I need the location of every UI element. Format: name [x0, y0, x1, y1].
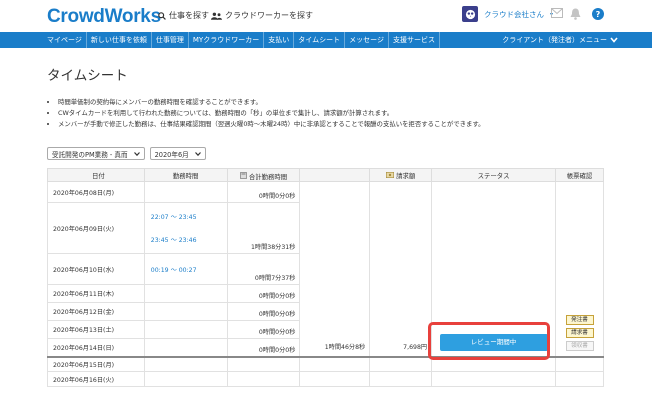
row-date: 2020年06月12日(金) — [47, 302, 145, 321]
header-date: 日付 — [47, 168, 145, 182]
nav-new-job[interactable]: 新しい仕事を依頼 — [87, 32, 152, 48]
owl-icon — [465, 9, 475, 19]
row-amount — [369, 355, 433, 372]
find-worker-label: クラウドワーカーを探す — [225, 11, 313, 20]
chevron-down-icon — [194, 151, 201, 156]
time-range-link[interactable]: 00:19 〜 00:27 — [145, 265, 227, 274]
time-range-link[interactable]: 22:07 〜 23:45 — [145, 212, 227, 221]
row-total — [299, 371, 371, 387]
search-icon — [158, 11, 166, 20]
row-date: 2020年06月09日(火) — [47, 202, 145, 254]
time-range-link[interactable]: 23:45 〜 23:46 — [145, 235, 227, 244]
nav-support[interactable]: 支援サービス — [389, 32, 440, 48]
row-ledger — [555, 355, 604, 372]
calculator-icon — [239, 172, 247, 179]
row-duration: 0時間7分37秒 — [226, 253, 301, 285]
company-menu[interactable]: クラウド会社さん ▾ — [462, 6, 553, 22]
nav-mypage[interactable]: マイページ — [0, 32, 87, 48]
header-amount-label: 請求額 — [396, 171, 416, 180]
row-times — [143, 284, 228, 303]
main-nav: マイページ 新しい仕事を依頼 仕事管理 MYクラウドワーカー 支払い タイムシー… — [0, 32, 652, 48]
mail-icon[interactable] — [551, 8, 563, 18]
row-date: 2020年06月13日(土) — [47, 320, 145, 339]
row-date: 2020年06月11日(木) — [47, 284, 145, 303]
row-times: 22:07 〜 23:45 23:45 〜 23:46 — [143, 202, 228, 254]
page-title: タイムシート — [47, 68, 128, 84]
row-duration: 0時間0分0秒 — [226, 320, 301, 339]
filter-selects: 受託開発のPM業務 - 真而 2020年6月 — [47, 147, 206, 160]
row-amount — [369, 371, 433, 387]
row-times — [143, 181, 228, 203]
nav-job-management[interactable]: 仕事管理 — [152, 32, 189, 48]
crowdworks-logo[interactable]: CrowdWorks — [47, 6, 161, 28]
header-amount: 請求額 — [369, 168, 433, 182]
note-item: 時間単価制の契約毎にメンバーの勤務時間を確認することができます。 — [58, 97, 618, 108]
row-duration: 1時間38分31秒 — [226, 202, 301, 254]
avatar — [462, 6, 478, 22]
month-select-value: 2020年6月 — [154, 150, 189, 159]
invoice-button[interactable]: 請求書 — [565, 327, 594, 338]
table-row-next-week: 2020年06月16日(火) — [47, 371, 604, 387]
table-row: 2020年06月08日(月) 0時間0分0秒 1時間46分8秒 7,698円 レ… — [47, 181, 604, 357]
row-times — [143, 302, 228, 321]
nav-timesheet[interactable]: タイムシート — [294, 32, 346, 48]
total-duration: 1時間46分8秒 — [299, 181, 371, 357]
row-date: 2020年06月15日(月) — [47, 355, 145, 372]
row-status — [431, 371, 557, 387]
top-header: CrowdWorks 仕事を探す クラウドワーカーを探す クラウド会社さん ▾ … — [0, 0, 652, 32]
find-job-label: 仕事を探す — [169, 11, 209, 20]
nav-payments[interactable]: 支払い — [264, 32, 295, 48]
row-date: 2020年06月08日(月) — [47, 181, 145, 203]
header-ledger: 帳票確認 — [555, 168, 604, 182]
purchase-order-button[interactable]: 発注書 — [565, 314, 594, 325]
row-duration — [226, 355, 301, 372]
row-duration: 0時間0分0秒 — [226, 302, 301, 321]
row-ledger — [555, 371, 604, 387]
row-duration: 0時間0分0秒 — [226, 338, 301, 357]
bill-icon — [386, 171, 395, 178]
ledger-cell: 発注書 請求書 領収書 — [555, 181, 604, 357]
chevron-down-icon — [610, 37, 618, 43]
find-worker-link[interactable]: クラウドワーカーを探す — [211, 10, 313, 21]
row-times — [143, 338, 228, 357]
row-duration — [226, 371, 301, 387]
row-times — [143, 355, 228, 372]
row-duration: 0時間0分0秒 — [226, 181, 301, 203]
company-name: クラウド会社さん — [484, 9, 544, 19]
total-amount: 7,698円 — [369, 181, 433, 357]
header-total-time-label: 合計勤務時間 — [248, 173, 288, 181]
notes-list: 時間単価制の契約毎にメンバーの勤務時間を確認することができます。 CWタイムカー… — [58, 97, 618, 130]
client-menu[interactable]: クライアント（発注者）メニュー — [502, 32, 618, 48]
svg-text:?: ? — [596, 10, 601, 19]
row-duration: 0時間0分0秒 — [226, 284, 301, 303]
receipt-button[interactable]: 領収書 — [565, 340, 594, 351]
chevron-down-icon — [133, 151, 140, 156]
header-work-time: 勤務時間 — [143, 168, 228, 182]
find-job-link[interactable]: 仕事を探す — [158, 10, 209, 21]
contract-select-value: 受託開発のPM業務 - 真而 — [52, 150, 128, 159]
highlight-annotation — [428, 322, 550, 360]
header-status: ステータス — [431, 168, 557, 182]
row-date: 2020年06月16日(火) — [47, 371, 145, 387]
nav-my-workers[interactable]: MYクラウドワーカー — [189, 32, 265, 48]
row-times — [143, 371, 228, 387]
people-icon — [211, 12, 222, 20]
row-times — [143, 320, 228, 339]
row-total — [299, 355, 371, 372]
client-menu-label: クライアント（発注者）メニュー — [502, 36, 607, 44]
month-select[interactable]: 2020年6月 — [149, 147, 206, 160]
row-date: 2020年06月10日(水) — [47, 253, 145, 285]
bell-icon[interactable] — [570, 8, 581, 20]
help-icon[interactable]: ? — [592, 8, 604, 20]
row-date: 2020年06月14日(日) — [47, 338, 145, 357]
header-total-time: 合計勤務時間 — [226, 168, 301, 182]
header-blank — [299, 168, 371, 182]
note-item: メンバーが手動で修正した勤務は、仕事結果確認期間（翌週火曜0時〜木曜24時）中に… — [58, 119, 618, 130]
table-header-row: 日付 勤務時間 合計勤務時間 請求額 ステータス 帳票確認 — [47, 168, 604, 182]
row-times: 00:19 〜 00:27 — [143, 253, 228, 285]
contract-select[interactable]: 受託開発のPM業務 - 真而 — [47, 147, 145, 160]
note-item: CWタイムカードを利用して行われた勤務については、勤務時間の「秒」の単位まで集計… — [58, 108, 618, 119]
nav-messages[interactable]: メッセージ — [345, 32, 389, 48]
